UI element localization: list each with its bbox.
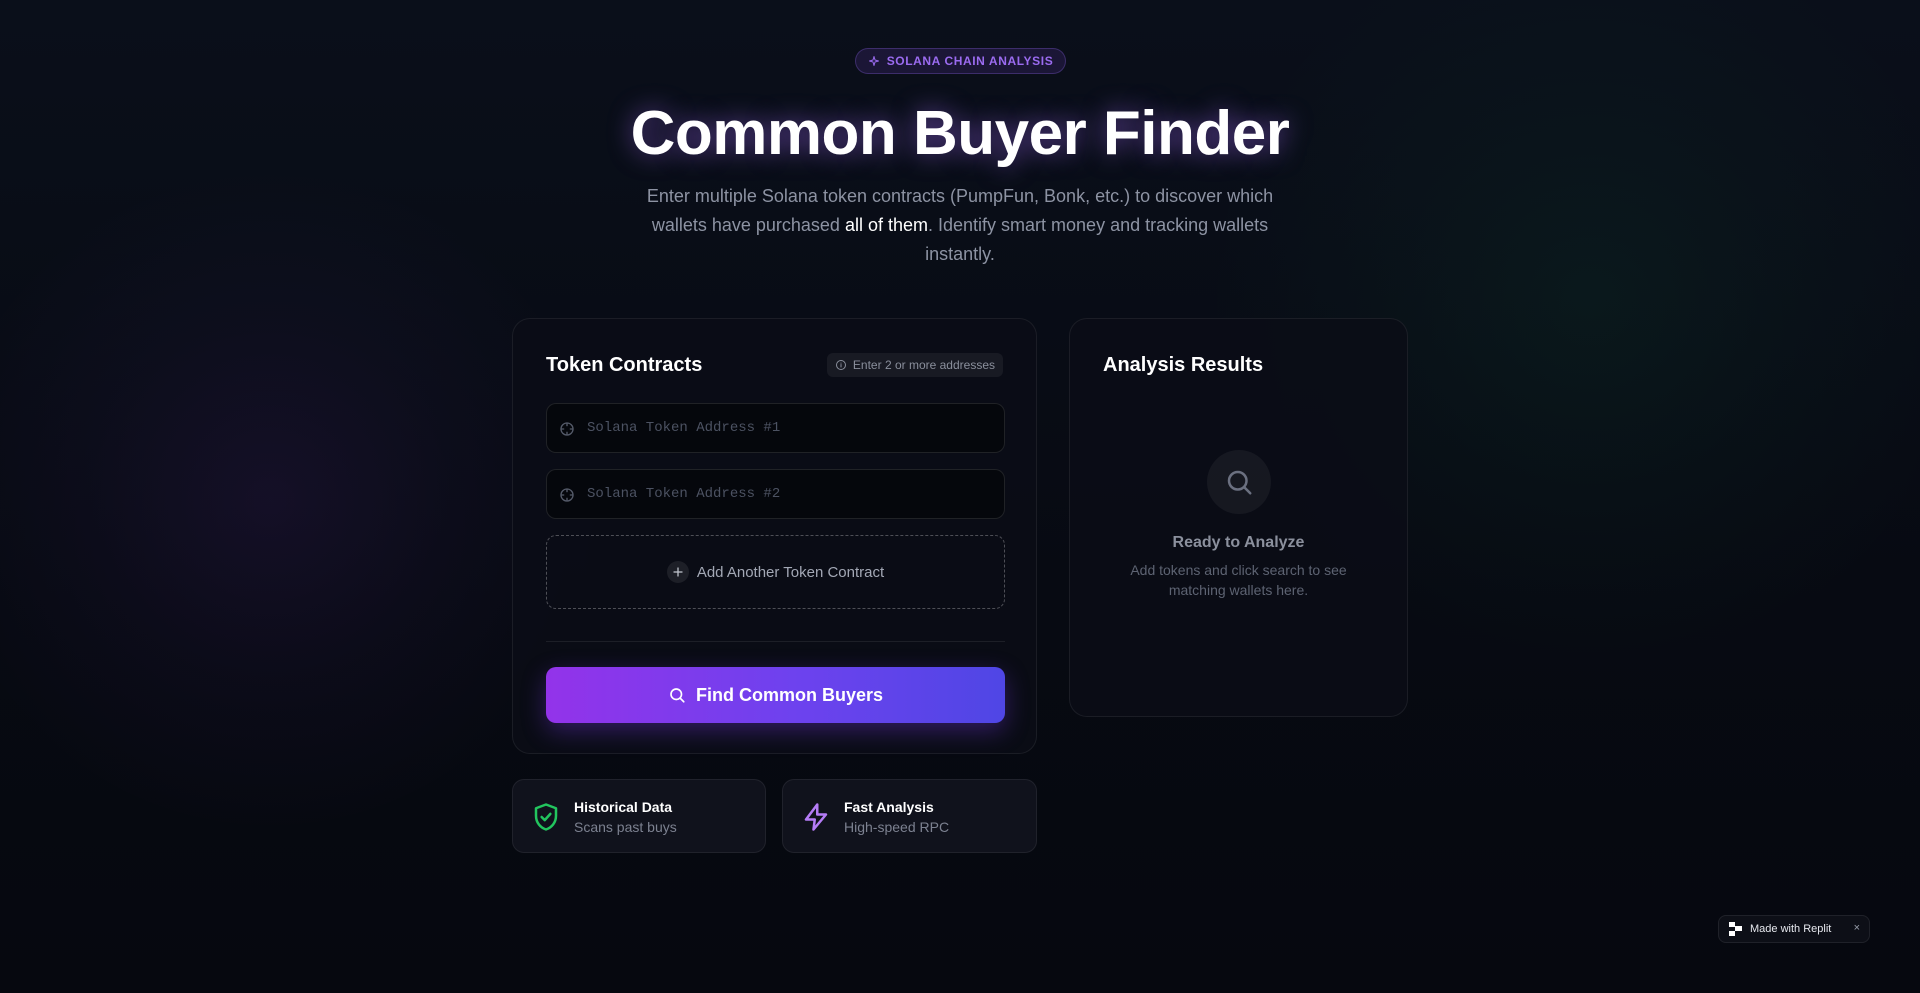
token-address-input-1[interactable]	[587, 404, 997, 452]
search-icon	[670, 688, 685, 703]
subtitle-text-end: . Identify smart money and tracking wall…	[925, 215, 1269, 264]
token-contracts-title: Token Contracts	[546, 354, 703, 376]
empty-state-title: Ready to Analyze	[1172, 534, 1305, 551]
sparkle-icon	[868, 56, 879, 66]
feature-subtitle: Scans past buys	[574, 819, 677, 835]
replit-logo-icon	[1729, 922, 1743, 936]
chain-badge-label: SOLANA CHAIN ANALYSIS	[886, 54, 1054, 68]
feature-title: Fast Analysis	[844, 799, 934, 815]
token-address-field-2	[546, 469, 1005, 519]
chain-badge: SOLANA CHAIN ANALYSIS	[855, 48, 1066, 74]
made-with-replit-badge[interactable]: Made with Replit ×	[1718, 915, 1870, 943]
crosshair-icon	[560, 422, 574, 436]
plus-icon	[666, 561, 689, 583]
token-address-input-2[interactable]	[587, 470, 997, 518]
address-hint: Enter 2 or more addresses	[826, 353, 1003, 377]
page-subtitle: Enter multiple Solana token contracts (P…	[620, 182, 1300, 269]
feature-subtitle: High-speed RPC	[844, 819, 950, 835]
token-address-field-1	[546, 403, 1005, 453]
find-common-buyers-label: Find Common Buyers	[695, 684, 883, 705]
replit-badge-label: Made with Replit	[1750, 923, 1832, 935]
page-title: Common Buyer Finder	[630, 99, 1290, 168]
search-icon	[1207, 450, 1271, 514]
divider	[546, 641, 1005, 642]
feature-historical-data: Historical Data Scans past buys	[512, 779, 766, 853]
shield-check-icon	[534, 803, 558, 831]
page: SOLANA CHAIN ANALYSIS Common Buyer Finde…	[0, 0, 1920, 993]
subtitle-emphasis: all of them	[844, 215, 928, 235]
close-icon[interactable]: ×	[1854, 922, 1860, 934]
add-token-label: Add Another Token Contract	[696, 563, 885, 581]
analysis-results-card: Analysis Results Ready to Analyze Add to…	[1069, 318, 1408, 717]
find-common-buyers-button[interactable]: Find Common Buyers	[546, 667, 1005, 723]
crosshair-icon	[560, 488, 574, 502]
empty-state-text: Add tokens and click search to see match…	[1130, 562, 1347, 598]
info-icon	[835, 360, 846, 370]
token-contracts-card: Token Contracts Enter 2 or more addresse…	[512, 318, 1037, 754]
feature-title: Historical Data	[574, 799, 673, 815]
add-token-button[interactable]: Add Another Token Contract	[546, 535, 1005, 609]
feature-fast-analysis: Fast Analysis High-speed RPC	[782, 779, 1037, 853]
analysis-results-title: Analysis Results	[1103, 354, 1264, 376]
lightning-icon	[804, 803, 828, 831]
address-hint-label: Enter 2 or more addresses	[852, 358, 995, 372]
